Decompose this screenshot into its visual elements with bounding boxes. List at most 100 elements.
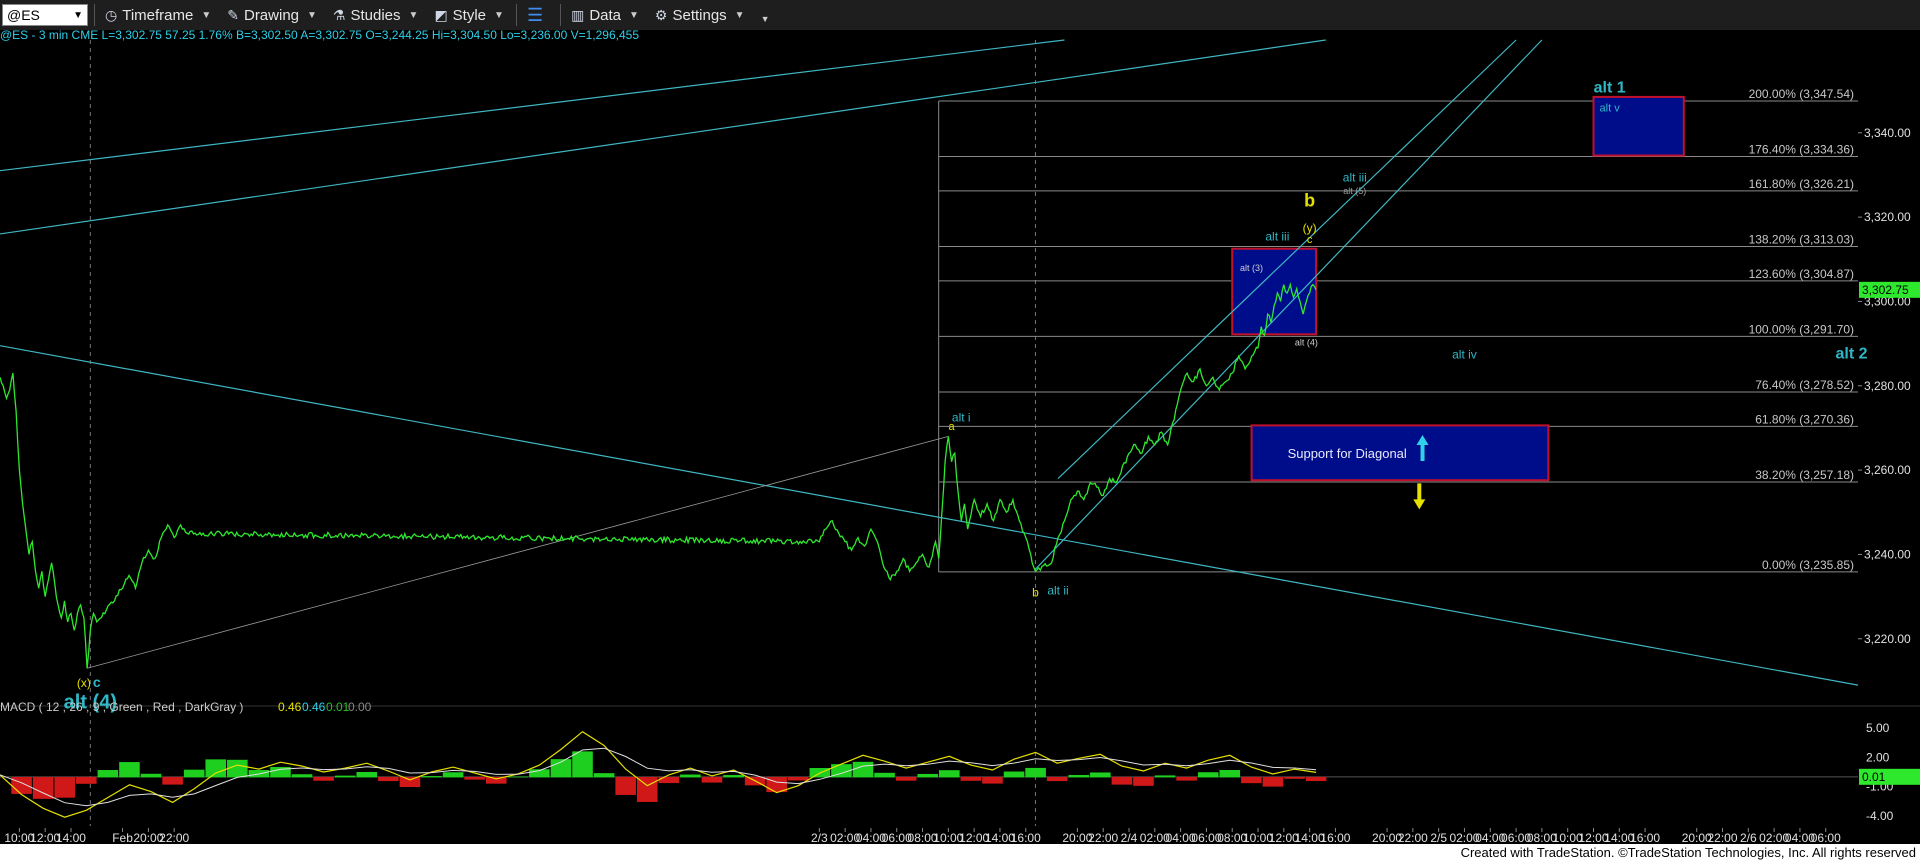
macd-histogram-bar	[76, 776, 97, 784]
fib-level-label: 176.40% (3,334.36)	[1749, 143, 1854, 157]
x-axis-tick-label: 2/6	[1740, 831, 1757, 844]
x-axis-tick-label: 14:00	[56, 831, 86, 844]
macd-histogram-bar	[1197, 772, 1219, 778]
x-axis-tick-label: 2/4	[1121, 831, 1138, 844]
macd-histogram-bar	[97, 770, 119, 778]
macd-histogram-bar	[1262, 776, 1284, 787]
last-price-label: 3,302.75	[1862, 283, 1909, 297]
status-line: @ES - 3 min CME L=3,302.75 57.25 1.76% B…	[0, 30, 639, 42]
gear-icon: ⚙	[654, 6, 668, 23]
macd-histogram-bar	[593, 773, 615, 778]
wave-label: alt (3)	[1240, 263, 1263, 273]
toolbar-divider	[515, 4, 517, 26]
macd-histogram-bar	[680, 774, 701, 778]
macd-histogram-bar	[11, 776, 32, 794]
chevron-down-icon: ▼	[201, 9, 212, 21]
x-axis-tick-label: 16:00	[1320, 831, 1350, 844]
clock-icon: ◷	[105, 6, 118, 23]
macd-histogram-bar	[1219, 769, 1241, 778]
toolbar-divider	[560, 4, 562, 26]
macd-histogram-bar	[852, 761, 874, 778]
macd-histogram-bar	[1305, 776, 1327, 782]
layout-button[interactable]: ☰	[521, 2, 554, 28]
macd-histogram-bar	[701, 776, 723, 783]
toolbar-divider	[94, 4, 95, 26]
macd-histogram-bar	[334, 775, 356, 778]
studies-button[interactable]: ⚗ Studies ▼	[327, 2, 425, 28]
wave-label: alt ii	[1047, 583, 1068, 597]
style-label: Style	[452, 6, 487, 24]
symbol-input[interactable]: @ES ▼	[2, 4, 88, 26]
layout-icon: ☰	[526, 4, 544, 25]
macd-histogram-bar	[1003, 771, 1025, 778]
wave-label: alt iii	[1343, 170, 1367, 184]
y-axis-tick-label: 3,280.00	[1864, 379, 1911, 393]
macd-histogram-bar	[119, 762, 140, 778]
wave-label: (y)	[1303, 221, 1317, 235]
macd-histogram-bar	[1068, 774, 1090, 778]
macd-histogram-bar	[1025, 767, 1046, 778]
x-axis-tick-label: 2/3	[811, 831, 828, 844]
x-axis-tick-label: 16:00	[1630, 831, 1660, 844]
chevron-down-icon: ▼	[307, 9, 317, 21]
pencil-icon: ✎	[227, 6, 239, 23]
macd-histogram-bar	[485, 776, 507, 784]
macd-histogram-bar	[874, 772, 895, 778]
x-axis-tick-label: Feb	[112, 831, 133, 844]
macd-histogram-bar	[1133, 776, 1154, 786]
toolbar-overflow-button[interactable]: ▼	[755, 2, 776, 28]
y-axis-tick-label: 3,260.00	[1864, 463, 1911, 477]
fib-level-label: 200.00% (3,347.54)	[1749, 87, 1854, 101]
wave-label: (x)	[77, 676, 91, 690]
data-label: Data	[589, 6, 621, 24]
fib-level-label: 138.20% (3,313.03)	[1749, 232, 1854, 246]
macd-histogram-bar	[917, 773, 939, 778]
symbol-input-value: @ES	[7, 7, 40, 23]
macd-histogram-bar	[982, 776, 1003, 784]
y-axis-tick-label: 3,240.00	[1864, 547, 1911, 561]
macd-zero-value: 0.00	[348, 700, 372, 714]
macd-histogram-bar	[1241, 776, 1262, 784]
macd-histogram-bar	[464, 776, 485, 780]
x-axis-tick-label: 22:00	[1088, 831, 1118, 844]
fib-level-label: 0.00% (3,235.85)	[1762, 558, 1854, 572]
macd-histogram-bar	[421, 776, 442, 778]
studies-label: Studies	[350, 6, 401, 24]
macd-histogram-bar	[939, 770, 960, 778]
toolbar: @ES ▼ ◷ Timeframe ▼ ✎ Drawing ▼ ⚗ Studie…	[0, 0, 1920, 31]
wave-3-box	[1231, 247, 1318, 336]
chevron-down-icon: ▼	[73, 9, 83, 21]
wave-label: alt 2	[1836, 345, 1868, 362]
macd-label: MACD ( 12 , 26 , 9 , Green , Red , DarkG…	[0, 700, 243, 714]
chevron-down-icon: ▼	[734, 9, 745, 21]
fib-level-label: 123.60% (3,304.87)	[1749, 267, 1854, 281]
price-chart[interactable]: 200.00% (3,347.54) 176.40% (3,334.36) 161.…	[0, 30, 1920, 844]
macd-histogram-bar	[183, 769, 205, 778]
x-axis-tick-label: 16:00	[1011, 831, 1041, 844]
fib-level-label: 76.40% (3,278.52)	[1755, 378, 1854, 392]
macd-signal-value: 0.46	[302, 700, 326, 714]
data-button[interactable]: ▥ Data ▼	[565, 2, 645, 28]
macd-histogram-bar	[787, 776, 809, 781]
chevron-down-icon: ▼	[408, 9, 419, 21]
macd-histogram-bar	[442, 772, 464, 778]
drawing-label: Drawing	[243, 6, 300, 24]
timeframe-button[interactable]: ◷ Timeframe ▼	[99, 2, 217, 28]
wave-label: b	[1304, 191, 1315, 211]
style-button[interactable]: ◩ Style ▼	[428, 2, 510, 28]
y-axis-tick-label: 3,340.00	[1864, 126, 1911, 140]
flask-icon: ⚗	[332, 6, 346, 23]
macd-histogram-bar	[1090, 772, 1111, 778]
macd-histogram-bar	[54, 776, 76, 798]
wave-label: c	[1307, 234, 1313, 246]
macd-histogram-bar	[723, 775, 744, 778]
chevron-down-icon: ▼	[494, 9, 504, 21]
fib-level-label: 100.00% (3,291.70)	[1749, 322, 1854, 336]
wave-label: alt iv	[1452, 347, 1477, 361]
palette-icon: ◩	[434, 6, 448, 23]
drawing-button[interactable]: ✎ Drawing ▼	[221, 2, 323, 28]
wave-label: alt iii	[1265, 229, 1289, 243]
y-axis-tick-label: 3,220.00	[1864, 632, 1911, 646]
settings-button[interactable]: ⚙ Settings ▼	[649, 2, 751, 28]
footer-credit: Created with TradeStation. ©TradeStation…	[0, 844, 1920, 862]
